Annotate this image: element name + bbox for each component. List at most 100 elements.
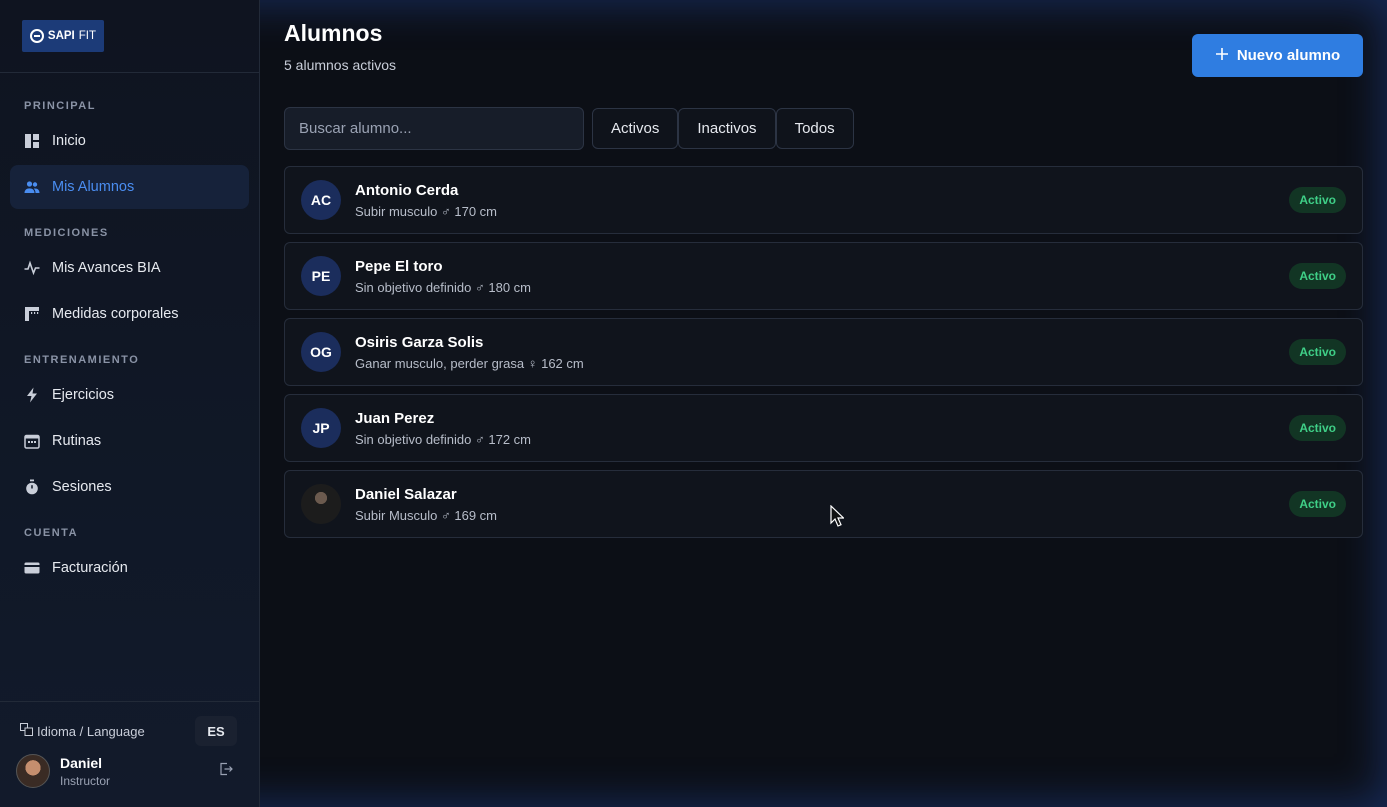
mouse-cursor-icon [830,504,845,532]
student-info: Juan Perez Sin objetivo definido ♂ 172 c… [355,410,1289,447]
user-role: Instructor [60,773,111,788]
section-cuenta: CUENTA [24,527,79,539]
student-list: AC Antonio Cerda Subir musculo ♂ 170 cm … [284,166,1363,546]
status-badge: Activo [1289,187,1346,213]
student-photo [301,484,341,524]
page-title: Alumnos [284,20,383,46]
language-button[interactable]: ES [195,716,237,746]
gender-icon: ♀ [527,355,538,371]
avatar[interactable] [16,754,50,788]
student-row[interactable]: PE Pepe El toro Sin objetivo definido ♂ … [284,242,1363,310]
sidebar-item-rutinas[interactable]: Rutinas [10,419,249,463]
activity-icon [24,260,40,276]
student-height: 169 cm [454,507,498,523]
calendar-icon [24,433,40,449]
sidebar-item-label: Sesiones [52,479,112,495]
sidebar: SAPI FIT PRINCIPAL Inicio Mis Alumnos ME… [0,0,260,807]
section-mediciones: MEDICIONES [24,227,109,239]
status-badge: Activo [1289,491,1346,517]
logo-main: SAPI [47,30,75,42]
student-name: Antonio Cerda [355,181,459,199]
sidebar-item-label: Inicio [52,133,86,149]
search-input[interactable] [284,107,584,150]
sidebar-item-sesiones[interactable]: Sesiones [10,465,249,509]
sidebar-item-label: Rutinas [52,433,102,449]
student-info: Daniel Salazar Subir Musculo ♂ 169 cm [355,486,1289,523]
sidebar-item-avances-bia[interactable]: Mis Avances BIA [10,246,249,290]
status-badge: Activo [1289,415,1346,441]
student-avatar: PE [301,256,341,296]
student-height: 180 cm [488,279,531,295]
sidebar-item-label: Facturación [52,560,128,576]
student-name: Osiris Garza Solis [355,333,484,351]
sidebar-item-inicio[interactable]: Inicio [10,119,249,163]
user-name: Daniel [60,754,103,771]
language-label: Idioma / Language [37,723,145,739]
student-height: 162 cm [541,355,584,371]
student-row[interactable]: Daniel Salazar Subir Musculo ♂ 169 cm Ac… [284,470,1363,538]
sidebar-item-label: Medidas corporales [52,306,179,322]
dashboard-icon [24,133,40,149]
student-row[interactable]: OG Osiris Garza Solis Ganar musculo, per… [284,318,1363,386]
logo-sub: FIT [78,30,96,42]
user-info: Daniel Instructor [60,755,209,788]
logout-icon[interactable] [219,762,233,781]
app-logo[interactable]: SAPI FIT [22,20,104,52]
student-meta: Ganar musculo, perder grasa ♀ 162 cm [355,356,1289,371]
student-goal: Sin objetivo definido [355,431,472,447]
ruler-icon [24,306,40,322]
student-name: Daniel Salazar [355,485,457,503]
student-name: Juan Perez [355,409,435,427]
student-name: Pepe El toro [355,257,443,275]
filter-inactivos[interactable]: Inactivos [678,108,776,149]
gender-icon: ♂ [474,279,485,295]
user-row: Daniel Instructor [0,746,259,788]
section-principal: PRINCIPAL [24,100,96,112]
logo-area: SAPI FIT [0,0,259,73]
student-height: 170 cm [454,203,498,219]
sidebar-footer: Idioma / Language ES Daniel Instructor [0,701,259,807]
users-icon [24,179,40,195]
student-row[interactable]: AC Antonio Cerda Subir musculo ♂ 170 cm … [284,166,1363,234]
filter-activos[interactable]: Activos [592,108,679,149]
sidebar-item-mis-alumnos[interactable]: Mis Alumnos [10,165,249,209]
gender-icon: ♂ [441,203,451,219]
sidebar-item-label: Ejercicios [52,387,115,403]
student-goal: Ganar musculo, perder grasa [355,355,525,371]
page-subtitle: 5 alumnos activos [284,57,397,73]
bolt-icon [24,387,40,403]
student-info: Antonio Cerda Subir musculo ♂ 170 cm [355,182,1289,219]
sidebar-item-medidas[interactable]: Medidas corporales [10,292,249,336]
student-goal: Sin objetivo definido [355,279,472,295]
new-student-button[interactable]: Nuevo alumno [1192,34,1363,77]
student-meta: Subir Musculo ♂ 169 cm [355,508,1289,523]
student-row[interactable]: JP Juan Perez Sin objetivo definido ♂ 17… [284,394,1363,462]
gender-icon: ♂ [474,431,485,447]
language-row: Idioma / Language ES [0,702,259,746]
card-icon [24,560,40,576]
language-label-wrap: Idioma / Language [20,723,145,739]
filter-group: Activos Inactivos Todos [592,108,854,149]
status-badge: Activo [1289,263,1346,289]
student-meta: Sin objetivo definido ♂ 180 cm [355,280,1289,295]
student-info: Osiris Garza Solis Ganar musculo, perder… [355,334,1289,371]
new-student-label: Nuevo alumno [1236,47,1341,64]
student-height: 172 cm [488,431,531,447]
translate-icon [20,723,33,739]
logo-icon [30,29,44,43]
student-avatar: JP [301,408,341,448]
student-goal: Subir musculo [355,203,438,219]
section-entrenamiento: ENTRENAMIENTO [24,354,140,366]
status-badge: Activo [1289,339,1346,365]
filter-todos[interactable]: Todos [775,108,854,149]
student-goal: Subir Musculo [355,507,438,523]
sidebar-item-facturacion[interactable]: Facturación [10,546,249,590]
student-meta: Sin objetivo definido ♂ 172 cm [355,432,1289,447]
sidebar-item-label: Mis Alumnos [52,179,135,195]
student-avatar: AC [301,180,341,220]
plus-icon [1215,47,1229,65]
student-meta: Subir musculo ♂ 170 cm [355,204,1289,219]
student-info: Pepe El toro Sin objetivo definido ♂ 180… [355,258,1289,295]
sidebar-item-ejercicios[interactable]: Ejercicios [10,373,249,417]
stopwatch-icon [24,479,40,495]
